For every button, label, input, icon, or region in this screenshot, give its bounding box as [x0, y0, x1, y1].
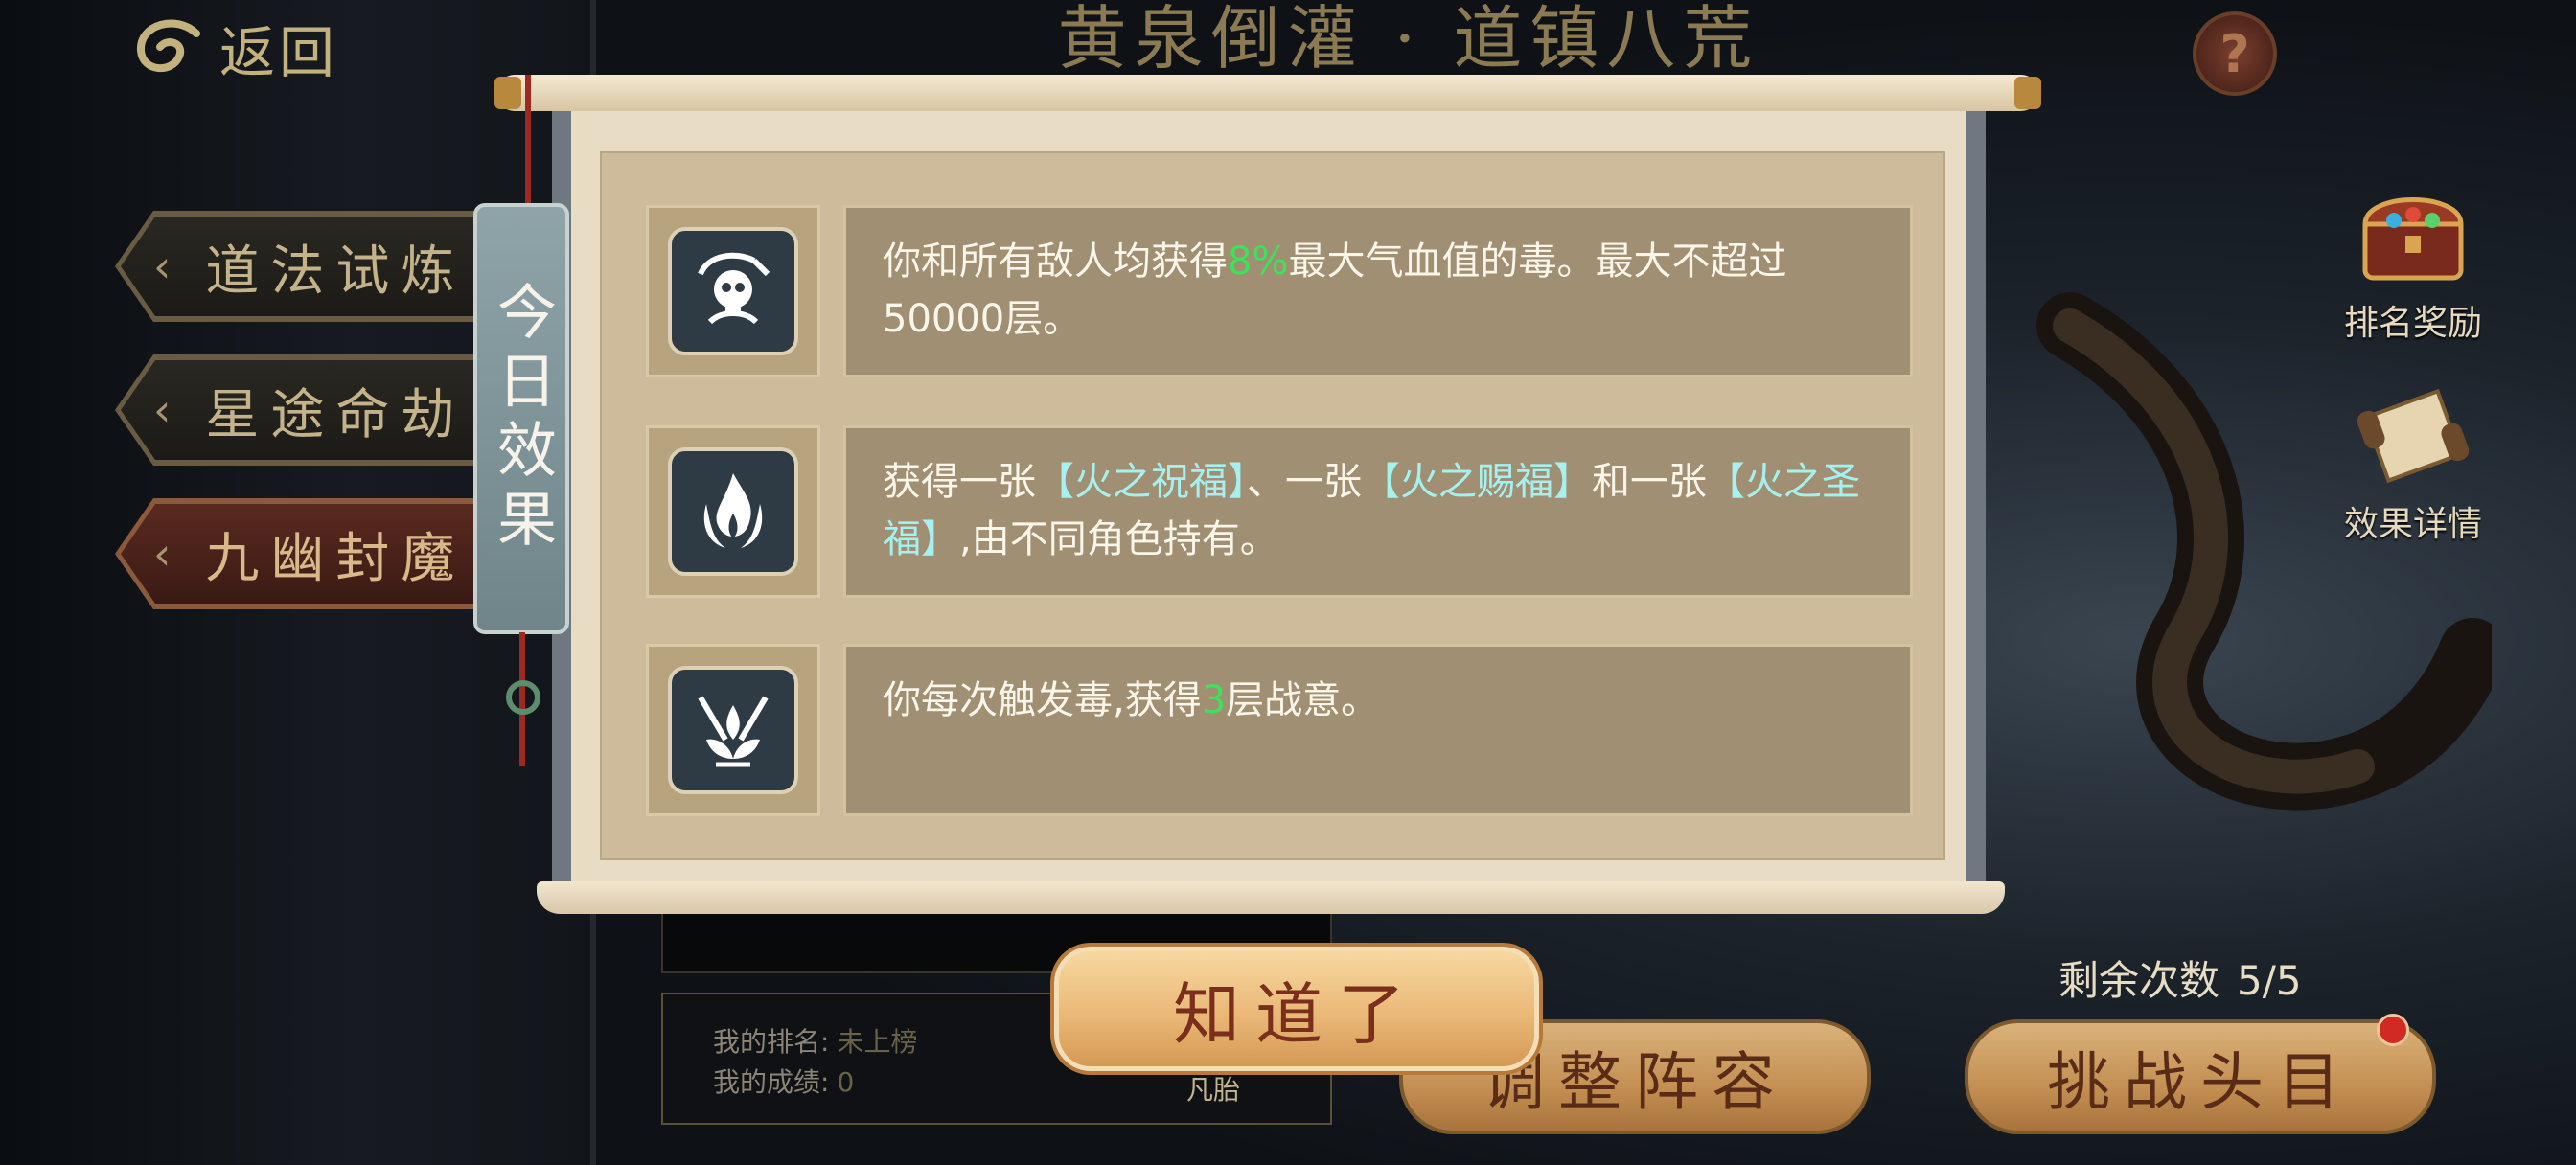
rank-reward-button[interactable]: 排名奖励 — [2336, 182, 2490, 345]
effect-icon-frame — [646, 425, 820, 598]
my-rank-label: 我的排名: — [713, 1026, 830, 1058]
scroll-rod-cap-left — [494, 77, 521, 109]
scroll-icon — [2357, 388, 2470, 484]
remaining-label: 剩余次数 — [2058, 957, 2220, 1004]
my-rank-value: 未上榜 — [837, 1026, 918, 1058]
scroll-edge-right — [1966, 96, 1986, 891]
serpent-boss-illustration — [2036, 292, 2492, 811]
menu-tab-xingtu[interactable]: ‹ 星途命劫 — [115, 354, 518, 466]
effect-icon-frame — [646, 205, 820, 377]
ok-button[interactable]: 知道了 — [1054, 947, 1539, 1071]
my-rank-row: 我的排名: 未上榜 — [713, 1021, 917, 1060]
effect-row: 你和所有敌人均获得8%最大气血值的毒。最大不超过50000层。 — [646, 205, 1915, 377]
menu-tab-daofa[interactable]: ‹ 道法试炼 — [115, 211, 518, 322]
today-effect-tag: 今日效果 — [473, 203, 569, 634]
lotus-swords-icon — [698, 696, 769, 767]
ok-button-label: 知道了 — [1173, 974, 1420, 1054]
jade-ring-icon — [506, 680, 540, 715]
effect-detail-button[interactable]: 效果详情 — [2336, 383, 2490, 546]
skull-reaper-icon — [698, 252, 770, 325]
swirl-back-icon — [137, 19, 200, 73]
effect-icon-frame — [646, 644, 820, 816]
effect-description: 获得一张【火之祝福】、一张【火之赐福】和一张【火之圣福】,由不同角色持有。 — [843, 425, 1913, 598]
remaining-value: 5/5 — [2237, 957, 2302, 1004]
back-label: 返回 — [219, 20, 339, 85]
effect-detail-label: 效果详情 — [2343, 505, 2482, 544]
tier-label: 凡胎 — [1186, 1074, 1241, 1106]
notification-dot — [2377, 1014, 2409, 1046]
scroll-rod-cap-right — [2014, 77, 2041, 109]
rank-reward-label: 排名奖励 — [2343, 304, 2482, 343]
menu-tab-label: 星途命劫 — [205, 383, 467, 446]
chevron-left-icon: ‹ — [153, 528, 172, 580]
treasure-chest-icon — [2362, 197, 2464, 281]
effect-description: 你每次触发毒,获得3层战意。 — [843, 644, 1913, 816]
help-button[interactable]: ? — [2193, 11, 2277, 96]
effect-description: 你和所有敌人均获得8%最大气血值的毒。最大不超过50000层。 — [843, 205, 1913, 377]
question-mark-icon: ? — [2220, 23, 2250, 84]
scroll-rod-top — [496, 75, 2039, 111]
challenge-boss-label: 挑战头目 — [2047, 1045, 2354, 1119]
back-button[interactable]: 返回 — [129, 8, 359, 88]
my-score-label: 我的成绩: — [713, 1066, 830, 1098]
flame-icon — [703, 473, 763, 548]
effect-row: 获得一张【火之祝福】、一张【火之赐福】和一张【火之圣福】,由不同角色持有。 — [646, 425, 1915, 598]
challenge-boss-button[interactable]: 挑战头目 — [1965, 1019, 2436, 1134]
chevron-left-icon: ‹ — [153, 240, 172, 292]
my-score-row: 我的成绩: 0 — [713, 1062, 854, 1100]
today-effect-label: 今日效果 — [487, 281, 557, 557]
menu-tab-label: 道法试炼 — [205, 240, 467, 303]
menu-tab-label: 九幽封魔 — [205, 527, 467, 590]
effect-row: 你每次触发毒,获得3层战意。 — [646, 644, 1915, 816]
my-score-value: 0 — [837, 1066, 855, 1098]
remaining-attempts: 剩余次数 5/5 — [2058, 948, 2302, 1007]
scroll-rod-bottom — [537, 881, 2005, 914]
tag-cord — [525, 75, 531, 209]
chevron-left-icon: ‹ — [153, 384, 172, 436]
menu-tab-jiuyou[interactable]: ‹ 九幽封魔 — [115, 498, 518, 609]
